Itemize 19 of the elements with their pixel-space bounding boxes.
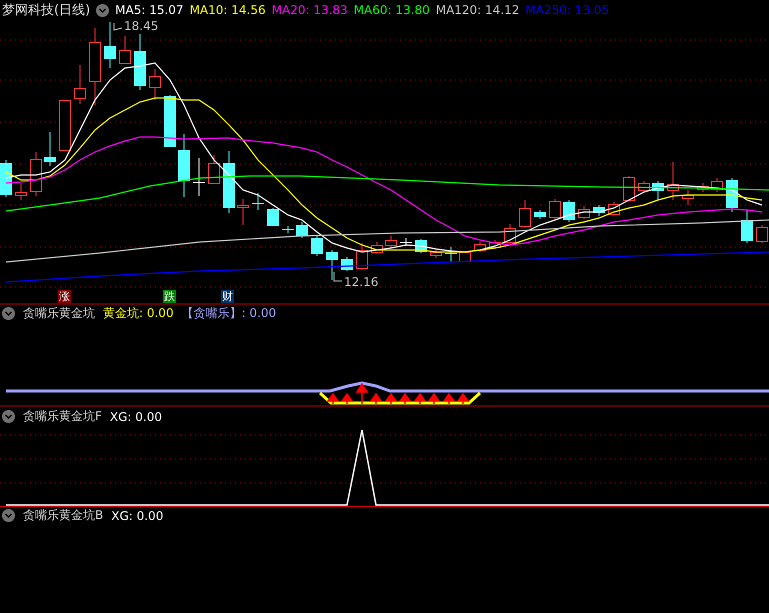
indicator-value: MA250: 13.05: [525, 3, 610, 17]
indicator-value: XG: 0.00: [110, 410, 162, 424]
indicator-value: MA20: 13.83: [272, 3, 348, 17]
indicator-value: MA5: 15.07: [115, 3, 184, 17]
event-marker: 跌: [163, 290, 176, 303]
indicator-value: MA120: 14.12: [436, 3, 520, 17]
event-marker: 财: [221, 290, 234, 303]
price-label: 18.45: [124, 20, 158, 32]
indicator-value: XG: 0.00: [111, 508, 164, 522]
event-marker: 涨: [58, 290, 71, 303]
indicator-value: MA10: 14.56: [190, 3, 266, 17]
indicator-value: MA60: 13.80: [354, 3, 430, 17]
indicator-value: 黄金坑: 0.00: [103, 305, 174, 322]
indicator-name: 贪嘴乐黄金坑F: [23, 408, 102, 425]
chart-title: 梦网科技(日线): [2, 2, 90, 19]
indicator-name: 贪嘴乐黄金坑: [23, 305, 95, 322]
indicator-name: 贪嘴乐黄金坑B: [23, 507, 104, 524]
price-label: 12.16: [344, 276, 378, 288]
indicator-value: 【贪嘴乐】: 0.00: [182, 305, 276, 322]
